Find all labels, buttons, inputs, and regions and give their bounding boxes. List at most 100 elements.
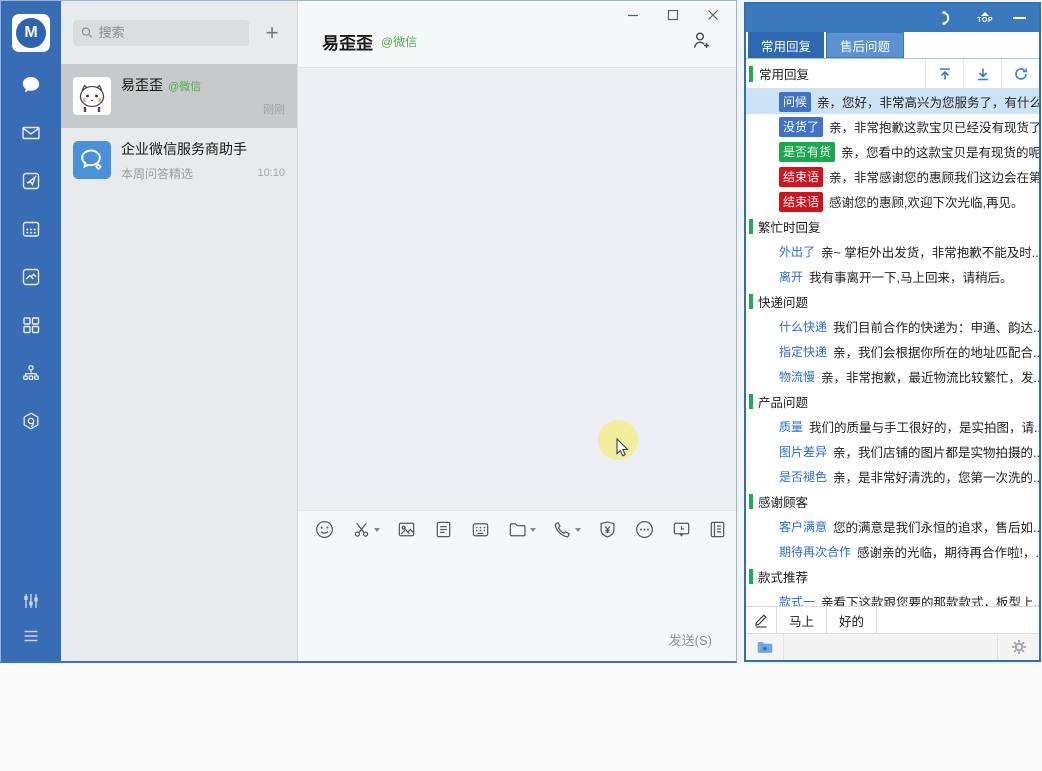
group-marker bbox=[749, 494, 753, 509]
refresh-icon[interactable] bbox=[1001, 59, 1039, 89]
reply-list-title: 常用回复 bbox=[759, 64, 925, 83]
reply-tag: 质量 bbox=[779, 418, 803, 435]
search-input-wrap[interactable] bbox=[73, 20, 249, 46]
reply-row[interactable]: 繁忙时回复 bbox=[746, 214, 1039, 239]
calendar-icon[interactable] bbox=[20, 218, 42, 240]
chevron-down-icon bbox=[530, 528, 536, 532]
rollback-icon[interactable] bbox=[939, 11, 957, 25]
message-area[interactable] bbox=[298, 68, 736, 510]
file-icon[interactable] bbox=[433, 519, 454, 540]
apps-icon[interactable] bbox=[20, 410, 42, 432]
reply-text: 亲，非常抱歉，最近物流比较繁忙，发... bbox=[821, 367, 1039, 386]
close-icon[interactable] bbox=[700, 5, 726, 25]
chat-list-item-wecom-assistant[interactable]: 企业微信服务商助手 本周问答精选 10:10 bbox=[61, 128, 297, 192]
panel-tab[interactable]: 售后问题 bbox=[826, 32, 904, 58]
app-logo-glyph: M bbox=[16, 18, 46, 48]
image-icon[interactable] bbox=[396, 519, 417, 540]
folder-icon[interactable] bbox=[746, 634, 784, 660]
workbench-icon[interactable] bbox=[20, 314, 42, 336]
search-input[interactable] bbox=[99, 25, 241, 40]
screenshot-icon[interactable] bbox=[351, 519, 380, 540]
chat-title-badge: @微信 bbox=[381, 33, 417, 50]
quick-reply-panel: TOP 常用回复 售后问题 常用回复 bbox=[744, 2, 1041, 662]
reply-row[interactable]: 款式推荐 bbox=[746, 564, 1039, 589]
quick-reply-button[interactable]: 好的 bbox=[827, 607, 877, 633]
reply-row[interactable]: 快递问题 bbox=[746, 289, 1039, 314]
message-input[interactable]: 发送(S) bbox=[298, 548, 736, 661]
scroll-bottom-icon[interactable] bbox=[963, 59, 1001, 89]
reply-row[interactable]: 款式一 亲看下这款跟您要的那款款式，板型上... bbox=[746, 589, 1039, 606]
group-title: 感谢顾客 bbox=[758, 492, 808, 511]
add-member-icon[interactable] bbox=[690, 29, 714, 53]
window-controls bbox=[620, 5, 726, 25]
reply-row[interactable]: 客户满意 您的满意是我们永恒的追求，售后如... bbox=[746, 514, 1039, 539]
panel-tab-label: 常用回复 bbox=[761, 36, 811, 55]
message-record-icon[interactable] bbox=[707, 519, 728, 540]
chat-list-item-yiwaiwai[interactable]: 易歪歪 @微信 刚刚 bbox=[61, 64, 297, 128]
gallery-icon[interactable] bbox=[20, 266, 42, 288]
emoji-icon[interactable] bbox=[314, 519, 335, 540]
reply-tag: 结束语 bbox=[779, 167, 823, 187]
scroll-top-icon[interactable] bbox=[925, 59, 963, 89]
wechat-badge: @微信 bbox=[168, 78, 201, 94]
app-logo[interactable]: M bbox=[12, 14, 50, 52]
quick-reply-button[interactable]: 马上 bbox=[777, 607, 827, 633]
chat-avatar-cartoon bbox=[73, 77, 111, 115]
filter-icon[interactable] bbox=[20, 590, 42, 612]
search-icon bbox=[81, 26, 93, 39]
chat-icon[interactable] bbox=[20, 74, 42, 96]
reply-row[interactable]: 问候 亲，您好，非常高兴为您服务了，有什么... bbox=[746, 89, 1039, 114]
reply-tag: 物流慢 bbox=[779, 368, 815, 385]
gear-icon[interactable] bbox=[997, 634, 1039, 660]
mail-icon[interactable] bbox=[20, 122, 42, 144]
reply-row[interactable]: 离开 我有事离开一下,马上回来，请稍后。 bbox=[746, 264, 1039, 289]
chevron-down-icon bbox=[575, 528, 581, 532]
edit-pencil-icon[interactable] bbox=[746, 607, 777, 633]
reply-tag: 期待再次合作 bbox=[779, 543, 851, 560]
menu-icon[interactable] bbox=[20, 625, 42, 647]
reply-row[interactable]: 外出了 亲~ 掌柜外出发货，非常抱歉不能及时... bbox=[746, 239, 1039, 264]
chat-avatar-wecom bbox=[73, 141, 111, 179]
reply-text: 亲~ 掌柜外出发货，非常抱歉不能及时... bbox=[821, 242, 1039, 261]
reply-text: 您的满意是我们永恒的追求，售后如... bbox=[833, 517, 1039, 536]
reply-row[interactable]: 结束语 亲，非常感谢您的惠顾我们这边会在第... bbox=[746, 164, 1039, 189]
send-button[interactable]: 发送(S) bbox=[669, 630, 712, 649]
call-icon[interactable] bbox=[552, 519, 581, 540]
reply-row[interactable]: 什么快递 我们目前合作的快递为：申通、韵达... bbox=[746, 314, 1039, 339]
chat-list-panel: + 易歪歪 @微信 刚刚 bbox=[61, 1, 298, 661]
reply-row[interactable]: 是否褪色 亲，是非常好清洗的，您第一次洗的... bbox=[746, 464, 1039, 489]
reply-list-toolbar: 常用回复 bbox=[746, 59, 1039, 89]
reply-row[interactable]: 图片差异 亲，我们店铺的图片都是实物拍摄的... bbox=[746, 439, 1039, 464]
reply-row[interactable]: 指定快递 亲，我们会根据你所在的地址匹配合... bbox=[746, 339, 1039, 364]
panel-tab[interactable]: 常用回复 bbox=[748, 32, 824, 58]
group-marker bbox=[749, 394, 753, 409]
pin-top-button[interactable]: TOP bbox=[977, 12, 993, 24]
reply-row[interactable]: 产品问题 bbox=[746, 389, 1039, 414]
reply-row[interactable]: 是否有货 亲，您看中的这款宝贝是有现货的呢... bbox=[746, 139, 1039, 164]
app-sidebar: M bbox=[1, 1, 61, 661]
add-chat-button[interactable]: + bbox=[259, 20, 285, 46]
panel-minimize-icon[interactable] bbox=[1013, 16, 1027, 20]
quick-reply-icon[interactable] bbox=[470, 519, 491, 540]
reply-row[interactable]: 质量 我们的质量与手工很好的，是实拍图，请... bbox=[746, 414, 1039, 439]
reply-row[interactable]: 期待再次合作 感谢亲的光临，期待再合作啦!，... bbox=[746, 539, 1039, 564]
reply-row[interactable]: 物流慢 亲，非常抱歉，最近物流比较繁忙，发... bbox=[746, 364, 1039, 389]
docs-icon[interactable] bbox=[20, 170, 42, 192]
reply-tag: 指定快递 bbox=[779, 343, 827, 360]
payment-icon[interactable] bbox=[597, 519, 618, 540]
folder-icon[interactable] bbox=[507, 519, 536, 540]
more-icon[interactable] bbox=[634, 519, 655, 540]
contacts-icon[interactable] bbox=[20, 362, 42, 384]
reply-row[interactable]: 没货了 亲，非常抱歉这款宝贝已经没有现货了... bbox=[746, 114, 1039, 139]
reply-row[interactable]: 结束语 感谢您的惠顾,欢迎下次光临,再见。 bbox=[746, 189, 1039, 214]
reply-tag: 客户满意 bbox=[779, 518, 827, 535]
reply-text: 亲，您看中的这款宝贝是有现货的呢... bbox=[841, 142, 1039, 161]
reply-row[interactable]: 感谢顾客 bbox=[746, 489, 1039, 514]
minimize-icon[interactable] bbox=[620, 5, 646, 25]
reply-list: 问候 亲，您好，非常高兴为您服务了，有什么... 没货了 亲，非常抱歉这款宝贝已… bbox=[746, 89, 1039, 606]
group-marker bbox=[749, 569, 753, 584]
maximize-icon[interactable] bbox=[660, 5, 686, 25]
reply-text: 亲，是非常好清洗的，您第一次洗的... bbox=[833, 467, 1039, 486]
chat-history-icon[interactable] bbox=[671, 519, 692, 540]
panel-tab-label: 售后问题 bbox=[840, 36, 890, 55]
